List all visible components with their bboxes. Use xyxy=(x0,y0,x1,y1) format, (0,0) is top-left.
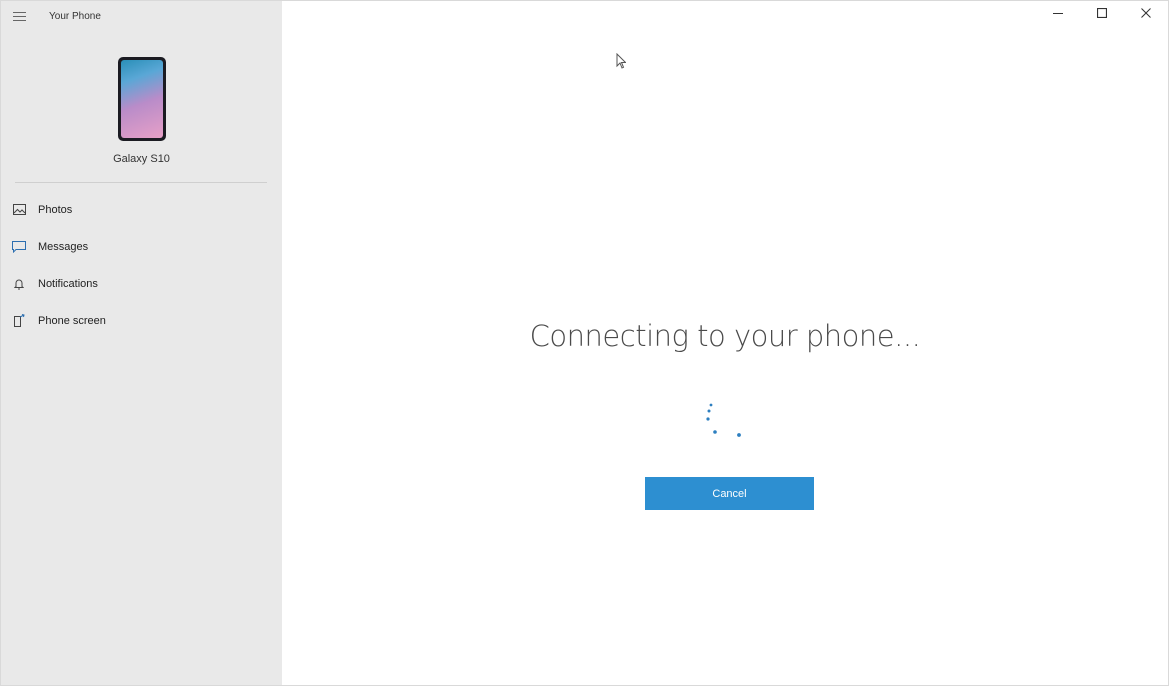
sidebar-item-label: Phone screen xyxy=(38,314,106,327)
sidebar-nav: Photos Messages Notifications Phone scre… xyxy=(1,191,282,339)
mouse-cursor-icon xyxy=(616,52,627,74)
minimize-icon[interactable] xyxy=(1036,1,1080,25)
phone-name: Galaxy S10 xyxy=(113,153,170,165)
loading-spinner-icon xyxy=(697,399,747,444)
title-bar: Your Phone xyxy=(1,1,282,33)
window-controls xyxy=(1036,1,1168,29)
sidebar-divider xyxy=(15,182,267,183)
photos-icon xyxy=(12,203,26,217)
phone-image xyxy=(118,57,166,141)
sidebar-item-phone-screen[interactable]: Phone screen xyxy=(1,302,282,339)
sidebar-item-notifications[interactable]: Notifications xyxy=(1,265,282,302)
sidebar-item-label: Notifications xyxy=(38,277,98,290)
close-icon[interactable] xyxy=(1124,1,1168,25)
main-content: Connecting to your phone... Cancel xyxy=(282,1,1168,685)
app-title: Your Phone xyxy=(49,11,101,22)
sidebar-item-photos[interactable]: Photos xyxy=(1,191,282,228)
sidebar-item-label: Photos xyxy=(38,203,73,216)
hamburger-menu-icon[interactable] xyxy=(13,12,26,22)
connecting-status-text: Connecting to your phone... xyxy=(529,319,921,353)
sidebar: Your Phone Galaxy S10 Photos Messages No… xyxy=(1,1,282,685)
maximize-icon[interactable] xyxy=(1080,1,1124,25)
sidebar-item-label: Messages xyxy=(38,240,89,253)
sidebar-item-messages[interactable]: Messages xyxy=(1,228,282,265)
bell-icon xyxy=(12,277,26,291)
app-window: Your Phone Galaxy S10 Photos Messages No… xyxy=(0,0,1169,686)
phone-screen-icon xyxy=(12,314,26,328)
cancel-button[interactable]: Cancel xyxy=(645,477,814,510)
messages-icon xyxy=(12,240,26,254)
